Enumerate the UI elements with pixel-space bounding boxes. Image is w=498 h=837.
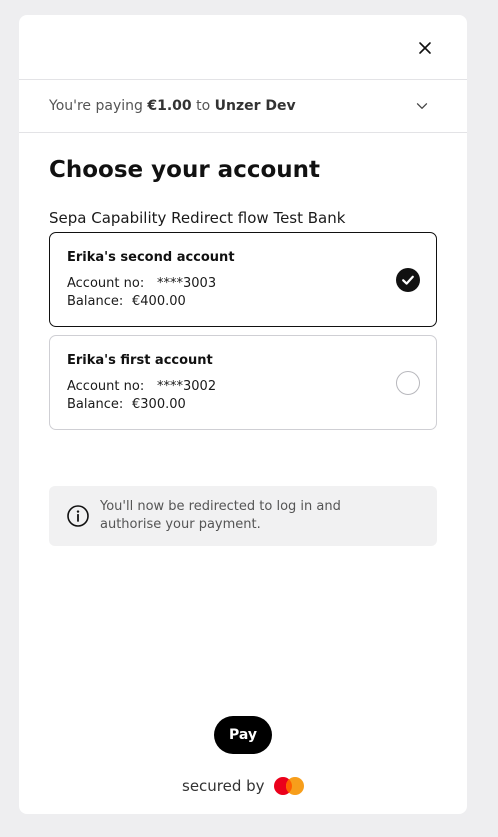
account-name: Erika's second account	[67, 250, 235, 265]
account-number-value: ****3002	[157, 379, 217, 394]
balance-label: Balance:	[67, 397, 124, 412]
checkmark-icon	[402, 275, 414, 285]
secured-by: secured by	[182, 776, 306, 796]
pay-button[interactable]: Pay	[214, 716, 272, 754]
account-option-second[interactable]: Erika's second account Account no: ****30…	[49, 232, 437, 327]
account-option-first[interactable]: Erika's first account Account no: ****300…	[49, 335, 437, 430]
close-button[interactable]	[417, 40, 433, 56]
secured-by-label: secured by	[182, 777, 265, 795]
payment-card: You're paying €1.00 to Unzer Dev Choose …	[19, 15, 467, 814]
radio-selected[interactable]	[396, 268, 420, 292]
account-number-value: ****3003	[157, 276, 217, 291]
payment-summary-toggle[interactable]: You're paying €1.00 to Unzer Dev	[19, 79, 467, 133]
chevron-down-icon	[416, 103, 428, 109]
merchant-name: Unzer Dev	[214, 98, 296, 114]
info-icon	[67, 505, 89, 527]
page-title: Choose your account	[49, 157, 321, 183]
mastercard-logo-icon	[273, 777, 304, 795]
account-number-label: Account no:	[67, 276, 145, 291]
summary-connector: to	[196, 98, 211, 114]
balance-value: €300.00	[132, 397, 186, 412]
account-balance-row: Balance: €400.00	[67, 294, 186, 309]
redirect-info-box: You'll now be redirected to log in and a…	[49, 486, 437, 546]
info-text: You'll now be redirected to log in and a…	[100, 499, 341, 532]
account-number-label: Account no:	[67, 379, 145, 394]
balance-value: €400.00	[132, 294, 186, 309]
summary-prefix: You're paying	[49, 98, 143, 114]
account-balance-row: Balance: €300.00	[67, 397, 186, 412]
close-icon	[419, 42, 431, 54]
account-name: Erika's first account	[67, 353, 213, 368]
payment-summary-text: You're paying €1.00 to Unzer Dev	[49, 98, 415, 114]
balance-label: Balance:	[67, 294, 124, 309]
bank-name: Sepa Capability Redirect flow Test Bank	[49, 209, 346, 227]
payment-amount: €1.00	[147, 98, 192, 114]
radio-unselected[interactable]	[396, 371, 420, 395]
account-number-row: Account no: ****3003	[67, 276, 216, 291]
account-number-row: Account no: ****3002	[67, 379, 216, 394]
